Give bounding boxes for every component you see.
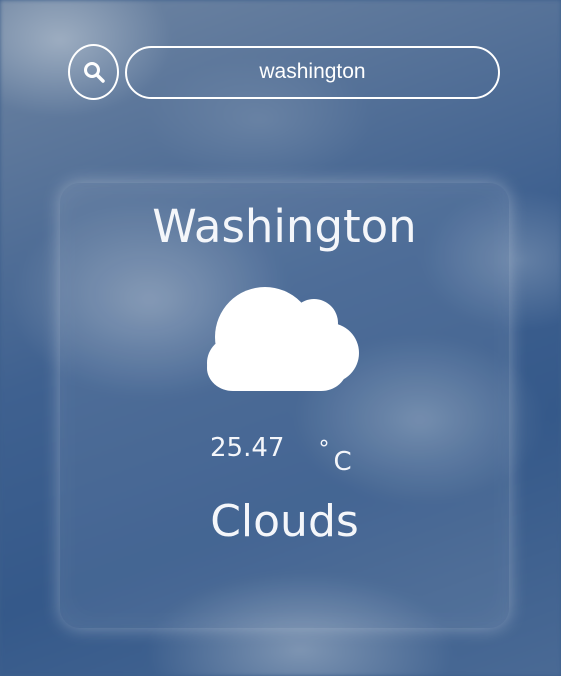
temperature-value: 25.47 [210,433,285,463]
unit-label: C [333,447,352,477]
temperature-row: 25.47 ° C [210,433,352,477]
city-name: Washington [152,200,417,253]
cloud-icon [207,287,359,391]
search-button[interactable] [68,44,119,100]
temperature-unit: ° C [318,437,352,477]
search-input[interactable] [125,45,500,99]
search-icon [83,62,105,83]
search-bar [68,44,500,100]
weather-card: Washington 25.47 ° C Clouds [60,183,509,628]
weather-condition: Clouds [210,496,359,547]
degree-symbol: ° [318,437,330,462]
